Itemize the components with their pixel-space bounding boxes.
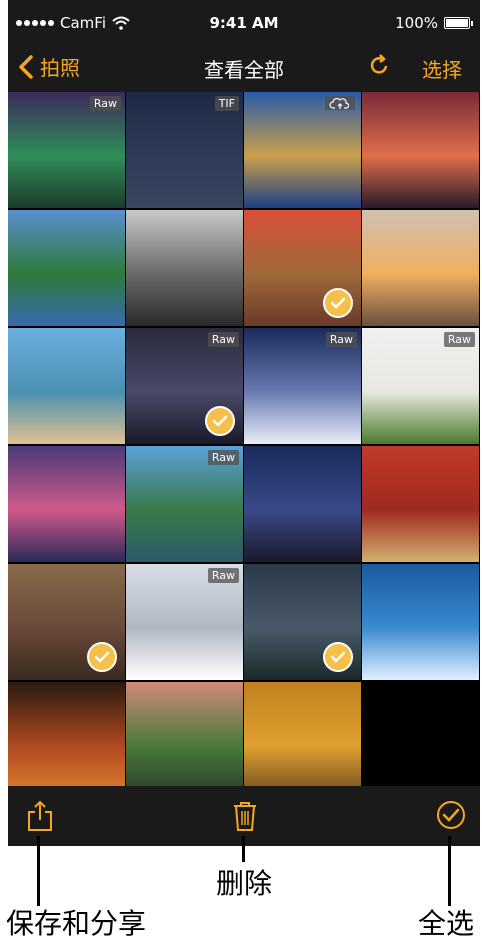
photo-thumbnail[interactable] — [126, 210, 243, 326]
delete-callout-line — [242, 836, 245, 862]
checkmark-circle-icon — [437, 801, 465, 829]
photo-thumbnail[interactable] — [244, 92, 361, 208]
format-badge: Raw — [89, 96, 121, 111]
selected-check-icon — [87, 642, 117, 672]
trash-icon — [234, 802, 256, 831]
photo-thumbnail[interactable] — [126, 682, 243, 798]
photo-thumbnail[interactable] — [362, 210, 479, 326]
photo-thumbnail[interactable] — [8, 328, 125, 444]
photo-grid: Raw TIF Raw Raw Raw Raw Raw — [8, 92, 480, 798]
photo-thumbnail[interactable] — [8, 446, 125, 562]
share-callout-label: 保存和分享 — [6, 907, 147, 940]
format-badge: TIF — [214, 96, 239, 111]
photo-thumbnail[interactable]: Raw — [244, 328, 361, 444]
share-button[interactable] — [26, 800, 54, 836]
photo-thumbnail[interactable]: Raw — [8, 92, 125, 208]
format-badge: Raw — [207, 450, 239, 465]
photo-thumbnail[interactable] — [362, 564, 479, 680]
format-badge: Raw — [443, 332, 475, 347]
photo-thumbnail[interactable] — [244, 564, 361, 680]
select-all-button[interactable] — [436, 800, 466, 834]
empty-grid-cell — [362, 682, 479, 798]
photo-thumbnail[interactable]: Raw — [126, 446, 243, 562]
selected-check-icon — [323, 288, 353, 318]
select-all-callout-line — [448, 836, 451, 906]
battery-area: 100% — [395, 14, 473, 32]
photo-thumbnail[interactable] — [362, 92, 479, 208]
photo-thumbnail[interactable]: TIF — [126, 92, 243, 208]
photo-thumbnail[interactable] — [8, 210, 125, 326]
photo-thumbnail[interactable]: Raw — [126, 328, 243, 444]
navigation-bar: 拍照 查看全部 选择 — [8, 46, 480, 92]
delete-callout-label: 删除 — [216, 867, 273, 900]
phone-screen: CamFi 9:41 AM 100% 拍照 查看全部 选择 Raw TIF Ra… — [8, 0, 480, 846]
format-badge: Raw — [325, 332, 357, 347]
page-title: 查看全部 — [204, 58, 284, 82]
battery-percent: 100% — [395, 14, 438, 32]
refresh-button[interactable] — [370, 54, 390, 82]
photo-thumbnail[interactable] — [244, 210, 361, 326]
photo-thumbnail[interactable]: Raw — [126, 564, 243, 680]
delete-button[interactable] — [232, 800, 258, 836]
selected-check-icon — [323, 642, 353, 672]
format-badge: Raw — [207, 568, 239, 583]
select-button[interactable]: 选择 — [422, 54, 462, 83]
photo-thumbnail[interactable] — [244, 682, 361, 798]
cloud-upload-icon — [325, 96, 355, 110]
share-icon — [28, 800, 52, 831]
format-badge: Raw — [207, 332, 239, 347]
photo-thumbnail[interactable] — [244, 446, 361, 562]
share-callout-line — [37, 836, 40, 906]
selected-check-icon — [205, 406, 235, 436]
photo-thumbnail[interactable] — [8, 564, 125, 680]
select-all-callout-label: 全选 — [418, 907, 475, 940]
battery-icon — [444, 17, 473, 29]
status-bar: CamFi 9:41 AM 100% — [8, 0, 480, 46]
refresh-icon — [370, 54, 388, 74]
photo-thumbnail[interactable] — [362, 446, 479, 562]
photo-thumbnail[interactable]: Raw — [362, 328, 479, 444]
photo-thumbnail[interactable] — [8, 682, 125, 798]
